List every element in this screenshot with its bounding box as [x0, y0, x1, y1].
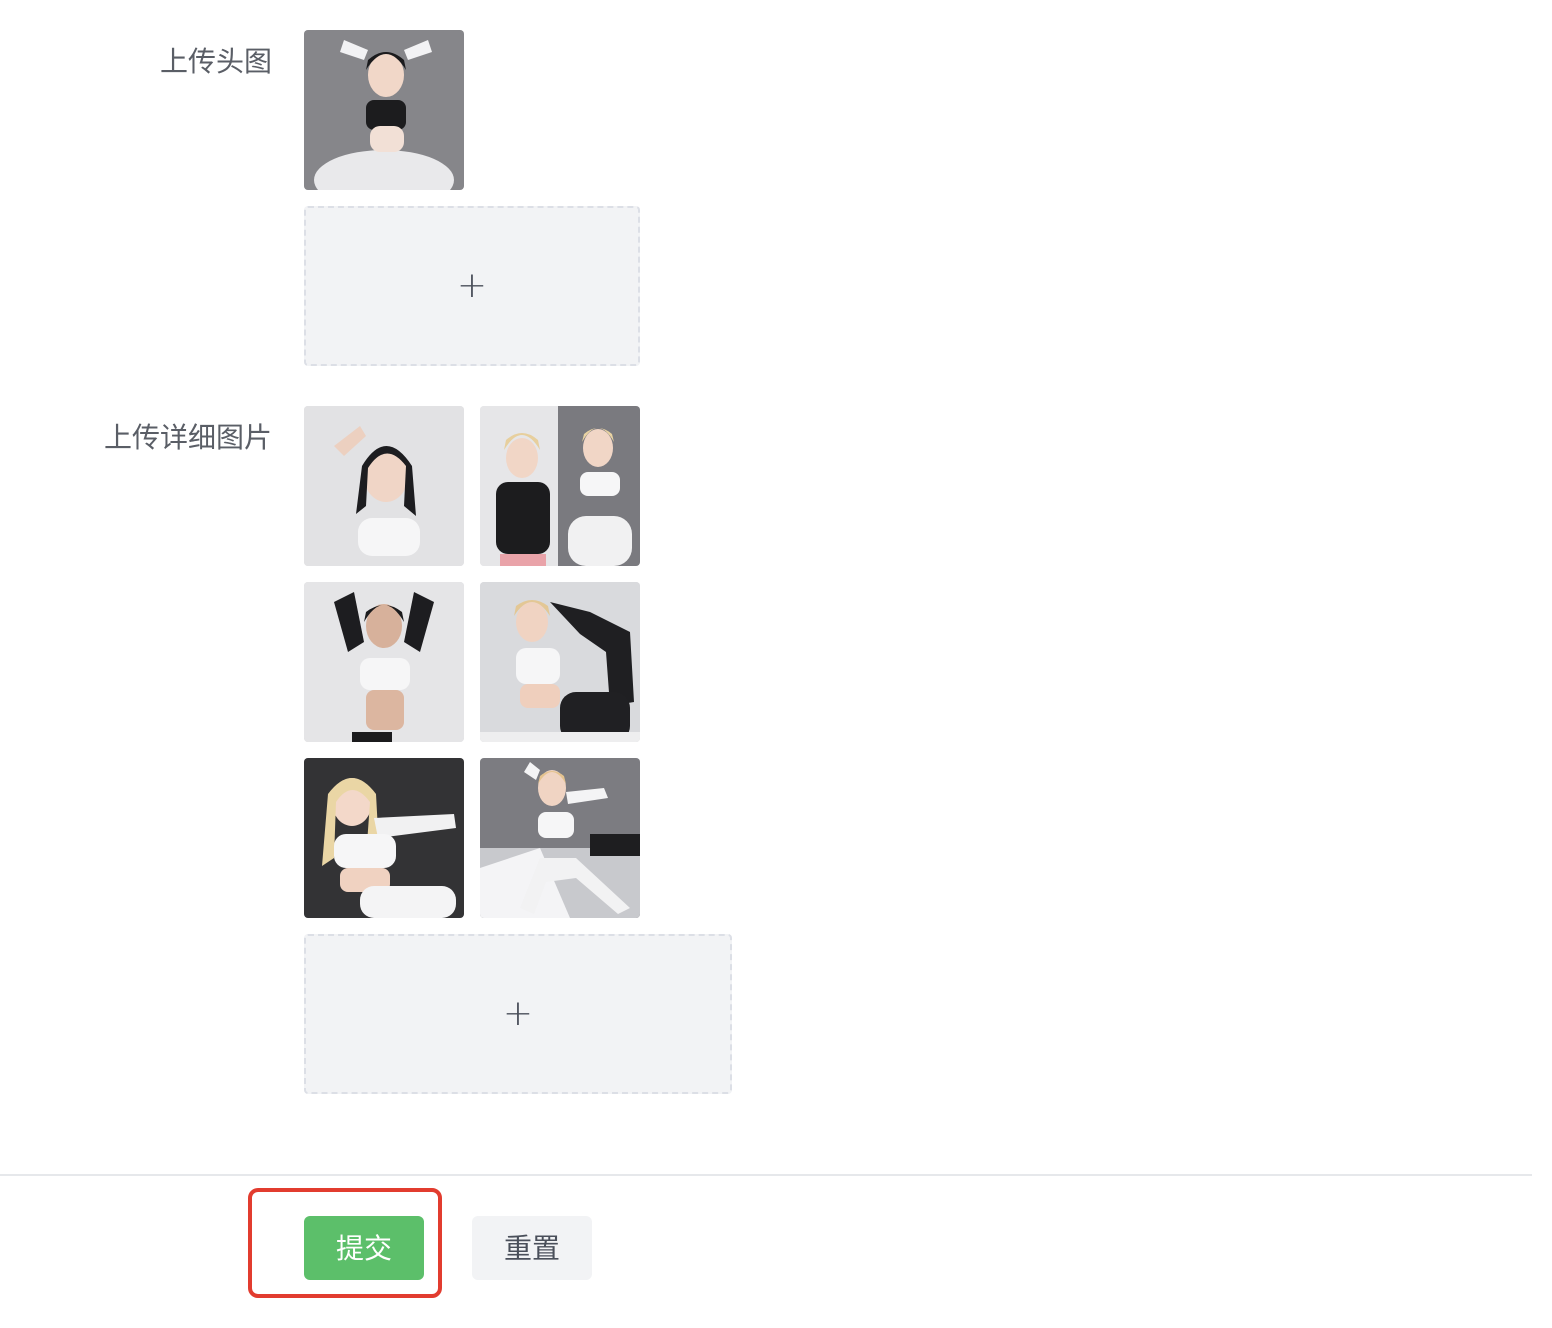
detail-upload-button[interactable]: +: [304, 934, 732, 1094]
avatar-upload-label: 上传头图: [159, 45, 272, 78]
avatar-upload-button[interactable]: +: [304, 206, 640, 366]
detail-thumbnail-3[interactable]: [304, 582, 464, 742]
submit-button[interactable]: 提交: [304, 1216, 424, 1280]
detail-thumbnail-6[interactable]: [480, 758, 640, 918]
detail-thumbnail-2[interactable]: [480, 406, 640, 566]
detail-thumbnail-4[interactable]: [480, 582, 640, 742]
plus-icon: +: [456, 265, 488, 306]
detail-thumbnail-5[interactable]: [304, 758, 464, 918]
upload-form-page: 上传头图 + 上传详细图片 + 提交 重置: [0, 0, 1552, 1328]
avatar-thumbnail[interactable]: [304, 30, 464, 190]
footer-divider: [0, 1174, 1532, 1176]
reset-button[interactable]: 重置: [472, 1216, 592, 1280]
detail-thumbnail-1[interactable]: [304, 406, 464, 566]
detail-upload-label: 上传详细图片: [103, 421, 272, 454]
plus-icon: +: [502, 993, 534, 1034]
